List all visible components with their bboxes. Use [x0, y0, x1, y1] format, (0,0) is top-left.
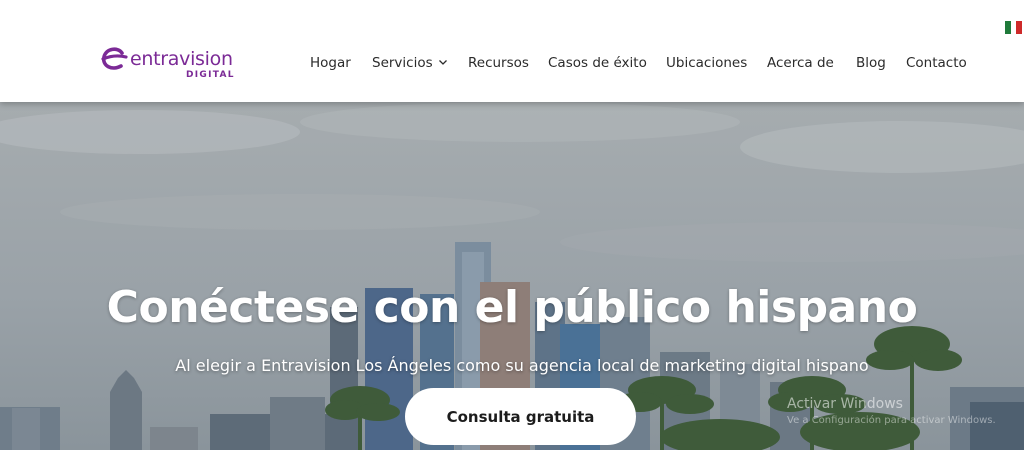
entravision-logo[interactable]: entravision DIGITAL — [100, 44, 240, 84]
nav-item-label: Ubicaciones — [666, 55, 748, 71]
nav-item-blog[interactable]: Blog — [856, 55, 886, 71]
windows-activation-watermark-sub: Ve a Configuración para activar Windows. — [787, 415, 996, 426]
hero-section: Conéctese con el público hispano Al eleg… — [0, 102, 1024, 450]
nav-item-label: Blog — [856, 55, 886, 71]
mexico-flag-icon[interactable] — [1005, 21, 1023, 34]
nav-item-servicios[interactable]: Servicios — [372, 55, 447, 71]
nav-item-hogar[interactable]: Hogar — [310, 55, 351, 71]
brand-sub: DIGITAL — [186, 70, 235, 80]
chevron-down-icon — [438, 60, 447, 65]
nav-item-label: Acerca de — [767, 55, 834, 71]
hero-subtitle: Al elegir a Entravision Los Ángeles como… — [175, 356, 869, 375]
nav-item-contacto[interactable]: Contacto — [906, 55, 967, 71]
site-header: entravision DIGITAL Hogar Servicios Recu… — [0, 0, 1024, 102]
nav-item-ubicaciones[interactable]: Ubicaciones — [666, 55, 747, 71]
nav-item-label: Recursos — [468, 55, 529, 71]
nav-item-label: Servicios — [372, 55, 433, 71]
free-consultation-button[interactable]: Consulta gratuita — [405, 388, 636, 445]
entravision-e-icon — [101, 47, 128, 70]
hero-title: Conéctese con el público hispano — [106, 282, 918, 333]
nav-item-label: Contacto — [906, 55, 967, 71]
nav-item-recursos[interactable]: Recursos — [468, 55, 529, 71]
brand-name: entravision — [130, 48, 233, 70]
nav-item-label: Casos de éxito — [548, 55, 647, 71]
nav-item-casos-de-exito[interactable]: Casos de éxito — [548, 55, 647, 71]
windows-activation-watermark: Activar Windows — [787, 396, 903, 412]
nav-item-label: Hogar — [310, 55, 351, 71]
nav-item-acerca-de[interactable]: Acerca de — [767, 55, 834, 71]
